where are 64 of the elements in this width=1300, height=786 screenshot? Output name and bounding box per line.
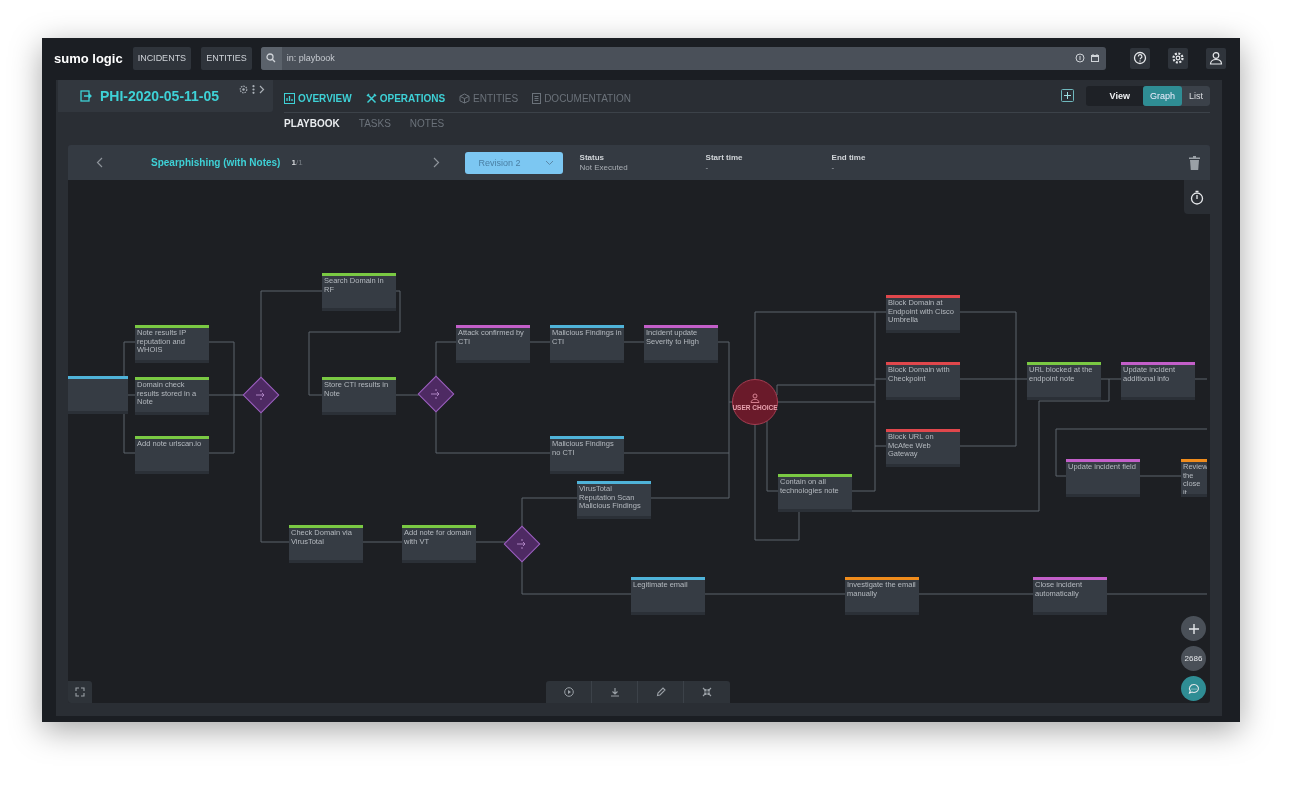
tab[interactable]: OVERVIEW [284,92,352,104]
trash-icon [1189,155,1200,170]
nav-button[interactable]: ENTITIES [201,46,252,70]
more-icon[interactable] [252,85,255,94]
plus-icon [1060,89,1074,102]
user-icon [750,393,760,403]
playbook-title: Spearphishing (with Notes) [151,157,281,168]
task-node[interactable] [68,376,128,414]
chevron-right-icon [433,157,441,168]
chevron-right-icon[interactable] [259,85,265,94]
view-label: View [1108,91,1131,101]
download-icon [609,687,620,697]
exit-icon [80,90,92,102]
field-value: - [831,163,836,172]
search-field[interactable]: in: playbook [286,53,1070,63]
settings-icon[interactable] [239,85,248,94]
incident-title: PHI-2020-05-11-05 [100,88,220,104]
settings-button[interactable] [1168,47,1188,69]
field-label: End time [831,153,866,162]
subtab[interactable]: PLAYBOOK [284,118,340,129]
zoom-in-button[interactable] [1181,616,1206,641]
chart-icon [284,92,295,104]
expand-button[interactable] [68,681,92,703]
logo: sumo logic [54,50,123,66]
field-label: Status [579,153,606,162]
search-icon[interactable] [260,46,282,70]
zoom-level: 2686 [1181,646,1206,671]
arrow-icon [430,388,442,400]
next-button[interactable] [431,155,442,170]
view-toggle[interactable]: List [1182,86,1210,106]
settings-icon [1171,51,1185,65]
help-button[interactable] [1130,47,1150,69]
tools-icon [365,92,377,104]
calendar-icon[interactable] [1090,53,1100,63]
collapse-icon [702,687,712,697]
caret-icon [544,159,554,166]
previous-button[interactable] [94,155,104,170]
nav-button[interactable]: INCIDENTS [132,46,192,70]
plus-icon [1187,622,1200,635]
page-counter: 1/1 [291,158,303,167]
play-icon [563,687,574,697]
user-button[interactable] [1206,47,1226,69]
delete-button[interactable] [1189,155,1200,170]
help-icon [1133,51,1147,65]
document-icon [532,92,542,104]
info-icon[interactable] [1075,53,1085,63]
chat-icon [1187,682,1200,695]
arrow-icon [516,538,528,550]
tab[interactable]: OPERATIONS [365,92,446,104]
expand-icon [75,687,85,697]
stopwatch-icon [1190,189,1204,205]
chevron-left-icon [95,157,103,168]
user-icon [1209,51,1223,65]
timer-button[interactable] [1184,180,1210,214]
field-value: - [705,163,710,172]
add-button[interactable] [1060,89,1075,103]
field-label: Start time [705,153,744,162]
field-value: Not Executed [579,163,629,172]
pencil-icon [655,687,666,697]
cube-icon [459,92,471,104]
chat-button[interactable] [1181,676,1206,701]
arrow-icon [255,389,267,401]
search-field[interactable]: in: playbook [260,46,1106,70]
view-toggle[interactable]: Graph [1142,86,1182,106]
